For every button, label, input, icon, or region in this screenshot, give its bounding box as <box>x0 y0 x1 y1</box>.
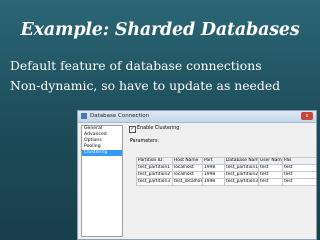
table-cell[interactable]: test_partition1 <box>224 164 259 172</box>
column-header[interactable]: User Name <box>258 157 283 165</box>
column-header[interactable]: Port <box>202 157 225 165</box>
table-header-row: Partition ID Host Name Port Database Nam… <box>136 157 316 165</box>
column-header[interactable]: Host Name <box>172 157 203 165</box>
table-cell[interactable]: test <box>258 164 283 172</box>
enable-clustering-label: Enable Clustering <box>137 126 180 131</box>
close-button[interactable]: x <box>301 112 313 120</box>
table-row[interactable]: test_partition2 localhost 1998 test_part… <box>136 171 316 179</box>
nav-item-clustering[interactable]: Clustering <box>82 150 122 156</box>
table-cell[interactable]: test_partition3 <box>136 178 173 186</box>
table-cell[interactable]: test <box>282 164 316 172</box>
bullet-list: Default feature of database connections … <box>10 56 315 96</box>
parameters-label: Parameters: <box>130 139 160 144</box>
column-header[interactable]: Pas <box>282 157 316 165</box>
column-header[interactable]: Partition ID <box>136 157 173 165</box>
database-icon <box>81 113 87 119</box>
table-cell[interactable]: test <box>258 178 283 186</box>
partition-table: Partition ID Host Name Port Database Nam… <box>136 157 316 186</box>
table-row[interactable]: test_partition3 test_localhost 1998 test… <box>136 178 316 186</box>
settings-nav-list: General Advanced Options Pooling Cluster… <box>81 125 123 237</box>
column-header[interactable]: Database Name <box>224 157 259 165</box>
table-cell[interactable]: 1998 <box>202 178 225 186</box>
slide-title: Example: Sharded Databases <box>20 20 300 40</box>
dialog-title: Database Connection <box>90 113 150 119</box>
table-row[interactable]: test_partition1 localhost 1998 test_part… <box>136 164 316 172</box>
table-cell[interactable]: test_partition2 <box>136 171 173 179</box>
database-connection-dialog: Database Connection x General Advanced O… <box>77 110 317 240</box>
table-cell[interactable]: 1998 <box>202 171 225 179</box>
bullet-item: Non-dynamic, so have to update as needed <box>10 78 281 93</box>
bullet-item: Default feature of database connections <box>10 58 262 73</box>
enable-clustering-checkbox[interactable]: ✓ <box>129 126 136 133</box>
table-cell[interactable]: localhost <box>172 171 203 179</box>
enable-clustering-row[interactable]: ✓ Enable Clustering <box>126 125 316 134</box>
table-cell[interactable]: localhost <box>172 164 203 172</box>
table-cell[interactable]: test <box>258 171 283 179</box>
table-cell[interactable]: test_partition1 <box>136 164 173 172</box>
clustering-panel: ✓ Enable Clustering Parameters: Partitio… <box>126 125 316 239</box>
table-cell[interactable]: test <box>282 178 316 186</box>
table-cell[interactable]: test_partition3 <box>224 178 259 186</box>
table-cell[interactable]: 1998 <box>202 164 225 172</box>
dialog-titlebar: Database Connection x <box>78 111 316 123</box>
table-cell[interactable]: test_partition2 <box>224 171 259 179</box>
table-cell[interactable]: test_localhost <box>172 178 203 186</box>
table-cell[interactable]: test <box>282 171 316 179</box>
